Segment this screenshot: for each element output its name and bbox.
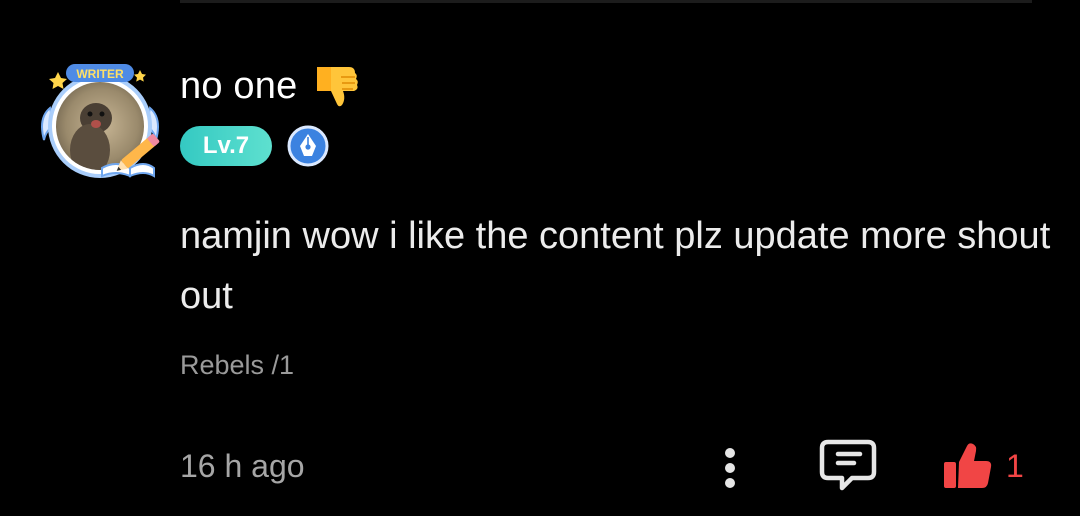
like-count: 1 [1006, 447, 1024, 484]
comment-source[interactable]: Rebels /1 [180, 350, 294, 381]
username[interactable]: no one [180, 65, 297, 108]
reply-button[interactable] [818, 436, 880, 494]
top-divider [180, 0, 1032, 3]
comment-text: namjin wow i like the content plz update… [180, 215, 1061, 317]
reply-comment-icon [819, 439, 877, 491]
more-options-button[interactable] [712, 440, 748, 496]
more-vertical-icon [725, 448, 735, 488]
badge-row: Lv.7 [180, 125, 329, 167]
like-button[interactable]: 1 [938, 436, 1038, 496]
username-row: no one [180, 60, 361, 112]
pen-nib-icon[interactable] [287, 125, 329, 167]
thumbs-down-icon [311, 61, 361, 111]
thumbs-up-icon [944, 443, 992, 488]
comment-timestamp: 16 h ago [180, 448, 305, 484]
avatar[interactable]: WRITER [36, 60, 166, 184]
level-badge[interactable]: Lv.7 [180, 126, 272, 166]
avatar-ribbon-text: WRITER [76, 67, 124, 81]
